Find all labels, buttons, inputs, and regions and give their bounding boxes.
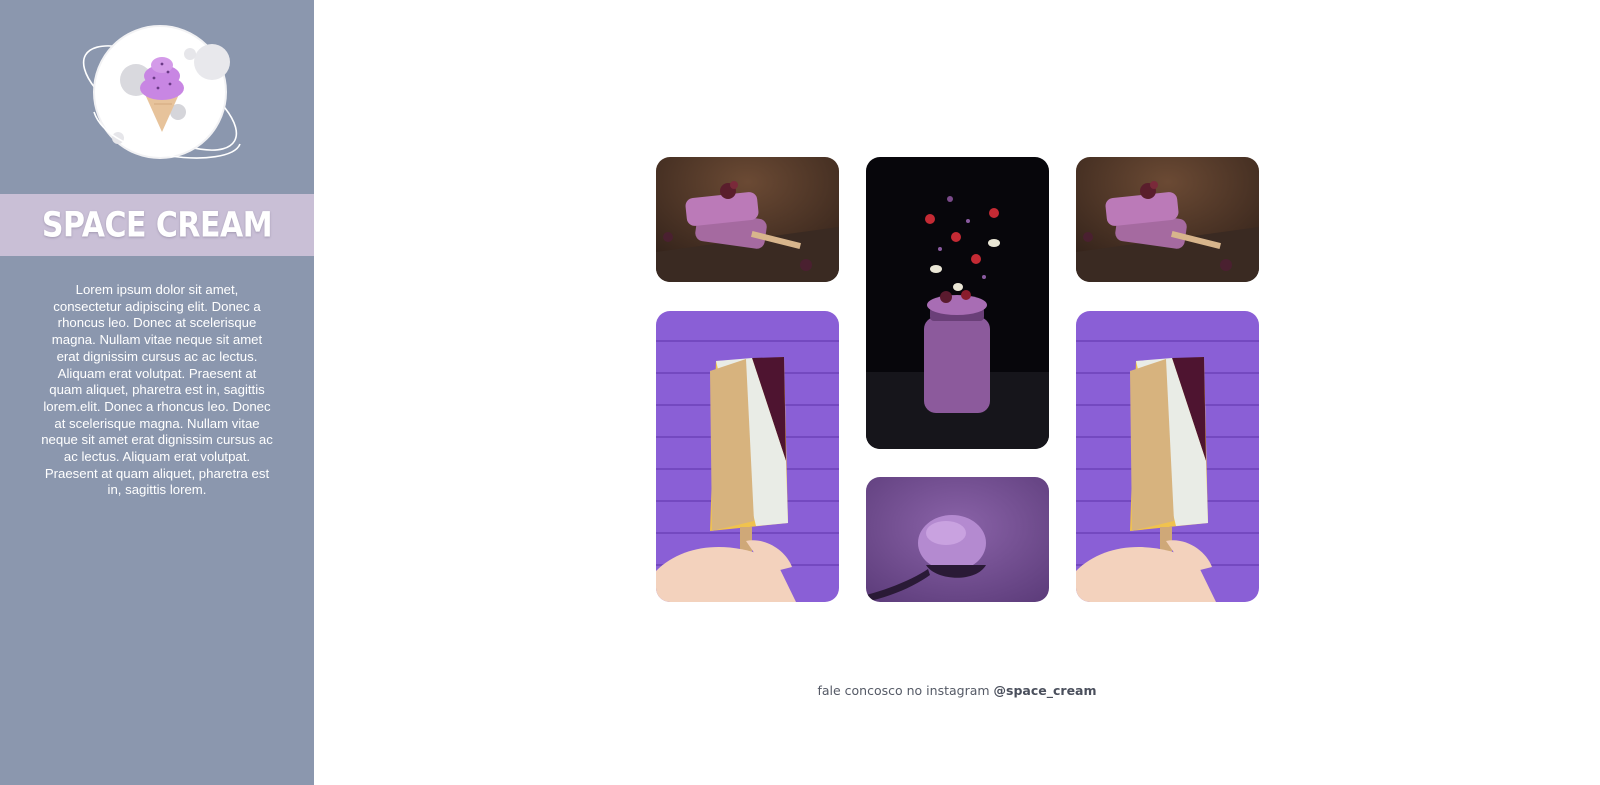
gallery-photo-smoothie-jar[interactable] xyxy=(866,157,1049,449)
gallery-photo-popsicles-2[interactable] xyxy=(1076,157,1259,282)
gallery-photo-granola-popsicle-2[interactable] xyxy=(1076,311,1259,602)
ice-cream-planet-icon xyxy=(82,25,241,159)
footer: fale concosco no instagram @space_cream xyxy=(314,683,1600,698)
gallery-photo-granola-popsicle-1[interactable] xyxy=(656,311,839,602)
gallery-photo-ice-cream-spoon[interactable] xyxy=(866,477,1049,602)
footer-text: fale concosco no instagram xyxy=(817,683,994,698)
instagram-handle-link[interactable]: @space_cream xyxy=(994,683,1097,698)
gallery-photo-popsicles-1[interactable] xyxy=(656,157,839,282)
brand-title: SPACE CREAM xyxy=(41,204,273,246)
sidebar: SPACE CREAM Lorem ipsum dolor sit amet, … xyxy=(0,0,314,785)
brand-band: SPACE CREAM xyxy=(0,194,314,256)
brand-description: Lorem ipsum dolor sit amet, consectetur … xyxy=(41,282,273,498)
logo[interactable] xyxy=(70,20,250,170)
